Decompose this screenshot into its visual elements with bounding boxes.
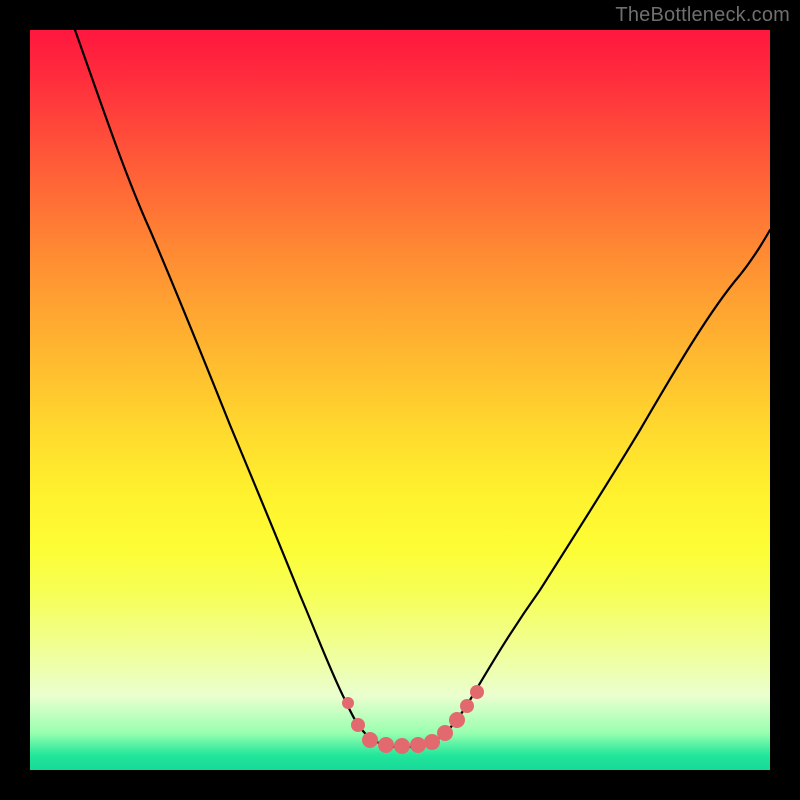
trough-marker (394, 738, 410, 754)
curve-svg (30, 30, 770, 770)
watermark-text: TheBottleneck.com (615, 4, 790, 27)
gradient-plot-area (30, 30, 770, 770)
trough-marker (437, 725, 453, 741)
chart-frame: TheBottleneck.com (0, 0, 800, 800)
trough-marker-group (342, 685, 484, 754)
trough-marker (424, 734, 440, 750)
trough-marker (342, 697, 354, 709)
trough-marker (470, 685, 484, 699)
trough-marker (449, 712, 465, 728)
trough-marker (362, 732, 378, 748)
trough-marker (351, 718, 365, 732)
trough-marker (378, 737, 394, 753)
trough-marker (410, 737, 426, 753)
trough-marker (460, 699, 474, 713)
bottleneck-curve (75, 30, 770, 747)
